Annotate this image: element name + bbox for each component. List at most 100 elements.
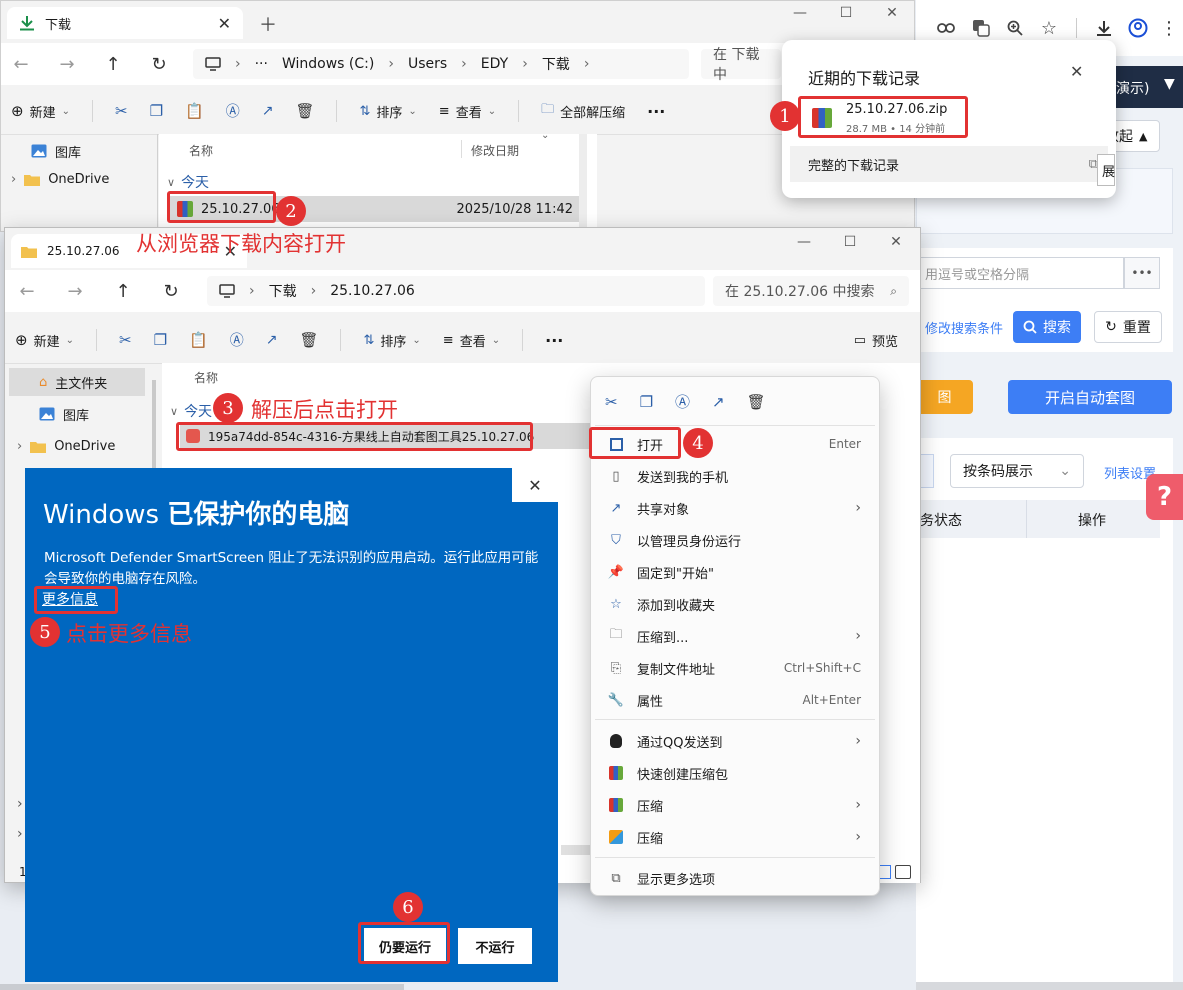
search-button[interactable]: 搜索 [1013,311,1081,343]
paste-icon[interactable]: 📋 [185,102,204,120]
col-name[interactable]: 名称 [194,369,218,386]
auto-set-button[interactable]: 开启自动套图 [1008,380,1172,414]
help-float-button[interactable]: ? [1146,474,1183,520]
download-icon[interactable] [1091,19,1117,37]
tab-downloads[interactable]: 下载 ✕ [7,7,243,39]
menu-item-share[interactable]: ↗ 共享对象 › [591,492,879,524]
menu-kebab-icon[interactable]: ⋮ [1159,18,1179,39]
cut-icon[interactable]: ✂ [115,102,128,120]
paste-icon[interactable]: 📋 [189,331,208,349]
display-mode-select[interactable]: 按条码展示 ⌄ [950,454,1084,488]
search-input[interactable]: 在 下载 中 [701,47,781,83]
view-button[interactable]: ≡ 查看 ⌄ [439,102,496,121]
menu-item-show-more[interactable]: ⧉ 显示更多选项 [591,862,879,894]
menu-item-add-favorites[interactable]: ☆ 添加到收藏夹 [591,588,879,620]
more-options-button[interactable]: ••• [1124,257,1160,289]
profile-icon[interactable] [1125,18,1151,38]
search-input[interactable]: 在 25.10.27.06 中搜索 ⌕ [713,276,909,306]
menu-item-quick-archive[interactable]: 快速创建压缩包 [591,757,879,789]
copy-icon[interactable]: ❐ [154,331,167,349]
minimize-icon[interactable]: — [781,234,827,250]
back-icon[interactable]: ← [9,54,33,75]
view-button[interactable]: ≡ 查看 ⌄ [443,331,500,350]
breadcrumb[interactable]: › 下载 › 25.10.27.06 [207,276,705,306]
close-popup-icon[interactable]: ✕ [1070,62,1083,81]
reset-button[interactable]: ↻ 重置 [1094,311,1162,343]
maximize-icon[interactable]: ☐ [827,234,873,250]
menu-item-pin-to-start[interactable]: 📌 固定到"开始" [591,556,879,588]
star-icon[interactable]: ☆ [1036,18,1062,39]
share-icon[interactable]: ↗ [712,393,725,411]
rename-icon[interactable]: Ⓐ [675,391,690,412]
cut-icon[interactable]: ✂ [119,331,132,349]
close-dialog-icon[interactable]: ✕ [512,468,558,502]
menu-item-run-as-admin[interactable]: ⛉ 以管理员身份运行 [591,524,879,556]
key-icon[interactable] [934,22,960,34]
menu-item-compress-2[interactable]: 压缩 › [591,821,879,853]
sidebar-item-onedrive[interactable]: › OneDrive [5,432,145,460]
minimize-icon[interactable]: — [777,5,823,21]
more-icon[interactable]: ··· [647,102,665,121]
rename-icon[interactable]: Ⓐ [230,330,244,350]
orange-action-button[interactable]: 图 [916,380,973,414]
crumb-edy[interactable]: EDY [481,56,508,72]
share-icon[interactable]: ↗ [266,332,278,348]
delete-icon[interactable]: 🗑 [299,331,318,349]
crumb-downloads[interactable]: 下载 [542,54,570,74]
menu-item-copy-path[interactable]: ⎘ 复制文件地址 Ctrl+Shift+C [591,652,879,684]
more-icon[interactable]: ··· [545,331,563,350]
menu-item-compress-to[interactable]: 🗀 压缩到... › [591,620,879,652]
caret-down-icon[interactable]: ▼ [1164,76,1175,92]
delete-icon[interactable]: 🗑 [295,102,314,120]
up-icon[interactable]: ↑ [101,54,125,75]
crumb-users[interactable]: Users [408,56,447,72]
cut-icon[interactable]: ✂ [605,393,618,411]
refresh-icon[interactable]: ↻ [159,281,183,302]
sidebar-item-home[interactable]: ⌂ 主文件夹 [9,368,145,396]
zoom-icon[interactable] [1002,20,1028,36]
new-tab-icon[interactable]: ＋ [259,11,277,37]
menu-item-compress-1[interactable]: 压缩 › [591,789,879,821]
up-icon[interactable]: ↑ [111,281,135,302]
full-history-link[interactable]: 完整的下载记录 ⧉ [790,146,1108,182]
refresh-icon[interactable]: ↻ [147,54,171,75]
delete-icon[interactable]: 🗑 [747,393,766,411]
sidebar-item-gallery[interactable]: 图库 [21,137,109,165]
sidebar-item-gallery[interactable]: 图库 [5,400,145,428]
menu-item-properties[interactable]: 🔧 属性 Alt+Enter [591,684,879,716]
sidebar-item-onedrive[interactable]: › OneDrive [1,165,109,193]
col-name[interactable]: 名称 [189,142,213,159]
vertical-scrollbar[interactable] [579,134,587,234]
group-today[interactable]: ∨ 今天 [167,172,209,192]
barcode-input[interactable]: 用逗号或空格分隔 [916,257,1124,289]
preview-button[interactable]: ▭ 预览 [854,331,898,350]
close-window-icon[interactable]: ✕ [869,5,915,21]
new-button[interactable]: ⊕ 新建 ⌄ [11,102,70,121]
close-tab-icon[interactable]: ✕ [218,14,231,33]
copy-icon[interactable]: ❐ [640,393,653,411]
crumb-folder[interactable]: 25.10.27.06 [330,283,415,299]
breadcrumb[interactable]: › ··· Windows (C:) › Users › EDY › 下载 › [193,49,689,79]
menu-item-send-to-phone[interactable]: ▯ 发送到我的手机 [591,460,879,492]
horizontal-scrollbar[interactable] [561,845,591,855]
share-icon[interactable]: ↗ [262,103,274,119]
page-scrollbar[interactable] [0,984,404,990]
rename-icon[interactable]: Ⓐ [226,101,240,121]
horizontal-scrollbar[interactable] [916,982,1183,990]
chevron-right-icon[interactable]: › [17,796,23,812]
modify-search-link[interactable]: 修改搜索条件 [925,318,1003,337]
crumb-drive[interactable]: Windows (C:) [282,56,374,72]
close-window-icon[interactable]: ✕ [873,234,919,250]
copy-icon[interactable]: ❐ [150,102,163,120]
chevron-right-icon[interactable]: › [17,826,23,842]
forward-icon[interactable]: → [55,54,79,75]
sort-button[interactable]: ⇅ 排序 ⌄ [363,331,420,350]
forward-icon[interactable]: → [63,281,87,302]
extract-all-button[interactable]: 🗀 全部解压缩 [541,100,625,122]
group-today[interactable]: ∨ 今天 [170,401,212,421]
new-button[interactable]: ⊕ 新建 ⌄ [15,331,74,350]
sort-button[interactable]: ⇅ 排序 ⌄ [359,102,416,121]
maximize-icon[interactable]: ☐ [823,5,869,21]
dont-run-button[interactable]: 不运行 [458,928,532,964]
back-icon[interactable]: ← [15,281,39,302]
